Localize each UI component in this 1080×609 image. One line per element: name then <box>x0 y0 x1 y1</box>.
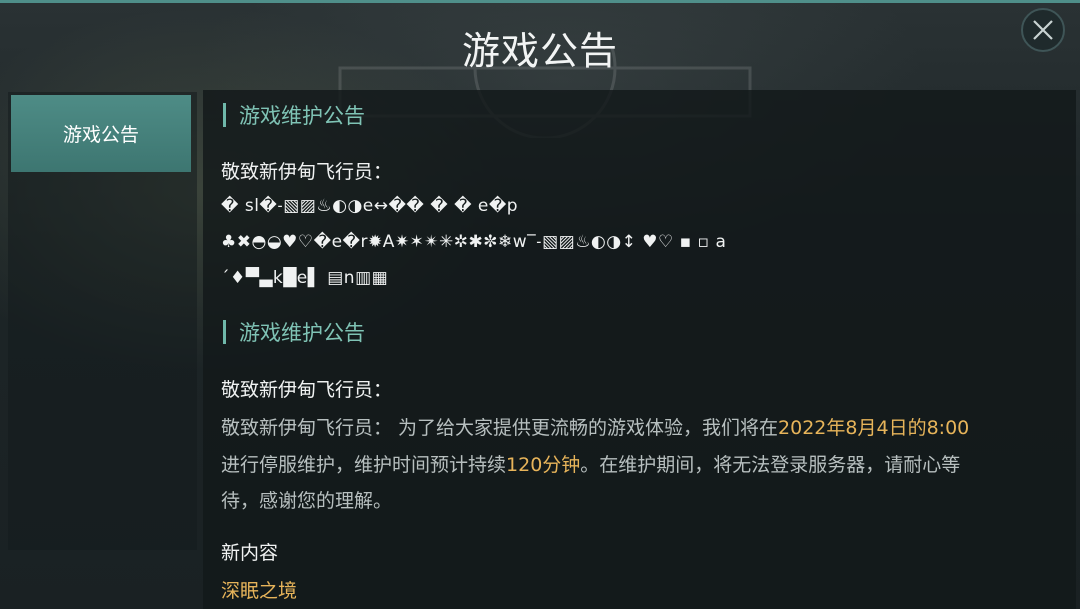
garbled-text: ♣✖◓◒♥♡�e�r✹A✷✶✴✳✲✱✼❄w‾˗▧▨♨◐◑↕ ♥♡ ▪ ▫ a <box>221 232 727 252</box>
garbled-text: ˊ♦▀▃k█e▌ ▤n▥▦ <box>221 268 389 288</box>
section-heading-text: 游戏维护公告 <box>239 104 365 128</box>
body-line: 敬致新伊甸飞行员： 为了给大家提供更流畅的游戏体验，我们将在2022年8月4日的… <box>221 413 969 440</box>
section-heading-text: 游戏维护公告 <box>239 321 365 345</box>
body-text: 。在维护期间，将无法登录服务器，请耐心等 <box>580 454 961 476</box>
page-title: 游戏公告 <box>461 29 618 73</box>
body-text: 进行停服维护，维护时间预计持续 <box>221 454 507 476</box>
new-content-item: 深眠之境 <box>221 580 298 602</box>
tab-game-announcement[interactable]: 游戏公告 <box>11 95 191 172</box>
new-content-title: 新内容 <box>221 542 279 564</box>
section-heading: 游戏维护公告 <box>223 100 365 130</box>
close-icon <box>1033 20 1053 40</box>
section-heading: 游戏维护公告 <box>223 317 365 347</box>
heading-bar <box>223 103 226 127</box>
body-text: 敬致新伊甸飞行员： 为了给大家提供更流畅的游戏体验，我们将在 <box>221 417 779 439</box>
heading-bar <box>223 320 226 344</box>
top-accent-line <box>0 0 1080 3</box>
garbled-text: � sl�˗▧▨♨◐◑e↔�� � � e�p <box>221 196 519 216</box>
highlight-date: 2022年8月4日的8:00 <box>778 417 970 439</box>
body-line: 待，感谢您的理解。 <box>221 490 393 512</box>
body-line: 进行停服维护，维护时间预计持续120分钟。在维护期间，将无法登录服务器，请耐心等 <box>221 450 960 477</box>
greeting: 敬致新伊甸飞行员： <box>221 161 393 183</box>
greeting: 敬致新伊甸飞行员： <box>221 379 393 401</box>
highlight-duration: 120分钟 <box>506 454 581 476</box>
tab-label: 游戏公告 <box>62 124 139 146</box>
announcement-content[interactable]: 游戏维护公告 敬致新伊甸飞行员： � sl�˗▧▨♨◐◑e↔�� � � e�p… <box>203 90 1076 609</box>
close-button[interactable] <box>1021 8 1065 52</box>
